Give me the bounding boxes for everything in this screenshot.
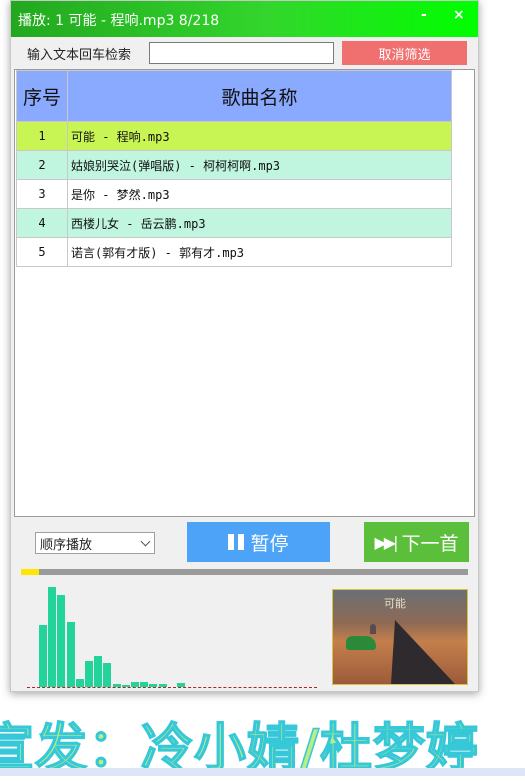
spectrum-bar [121, 685, 130, 687]
search-input[interactable] [149, 42, 334, 64]
spectrum-bar [158, 684, 167, 687]
row-index: 3 [16, 179, 68, 209]
progress-bar[interactable] [21, 569, 468, 575]
album-art-title: 可能 [384, 597, 406, 610]
table-row[interactable]: 2 姑娘别哭泣(弹唱版) - 柯柯柯啊.mp3 [16, 150, 452, 180]
next-track-button[interactable]: ▶▶| 下一首 [364, 522, 469, 562]
spectrum-bar [131, 682, 139, 687]
row-song-name: 姑娘别哭泣(弹唱版) - 柯柯柯啊.mp3 [67, 150, 452, 180]
row-song-name: 诺言(郭有才版) - 郭有才.mp3 [67, 237, 452, 267]
pause-icon [228, 534, 245, 550]
song-table: 序号 歌曲名称 1 可能 - 程响.mp3 2 姑娘别哭泣(弹唱版) - 柯柯柯… [16, 70, 452, 267]
chevron-down-icon [140, 536, 151, 547]
spectrum-bar [112, 684, 121, 687]
spectrum-bar [140, 682, 149, 687]
taskbar-strip [0, 768, 525, 776]
spectrum-bar [57, 595, 66, 687]
row-index: 1 [16, 121, 68, 151]
play-mode-value: 顺序播放 [40, 537, 93, 553]
minimize-button[interactable]: - [421, 7, 427, 23]
row-index: 2 [16, 150, 68, 180]
row-song-name: 可能 - 程响.mp3 [67, 121, 452, 151]
skip-next-icon: ▶▶| [374, 532, 398, 552]
column-header-index[interactable]: 序号 [16, 70, 68, 122]
search-label: 输入文本回车检索 [27, 48, 132, 63]
album-art-road [391, 620, 455, 684]
window-title: 播放: 1 可能 - 程响.mp3 8/218 [18, 13, 220, 29]
spectrum-bar [103, 663, 112, 687]
table-row[interactable]: 5 诺言(郭有才版) - 郭有才.mp3 [16, 237, 452, 267]
title-bar: 播放: 1 可能 - 程响.mp3 8/218 - × [11, 1, 478, 37]
pause-label: 暂停 [250, 532, 289, 555]
player-window: 播放: 1 可能 - 程响.mp3 8/218 - × 输入文本回车检索 取消筛… [10, 0, 479, 692]
spectrum-bar [177, 683, 185, 687]
close-button[interactable]: × [453, 7, 465, 23]
next-label: 下一首 [401, 532, 459, 555]
spectrum-bar [85, 661, 93, 687]
row-index: 4 [16, 208, 68, 238]
spectrum-bar [149, 684, 158, 687]
spectrum-bar [66, 622, 75, 687]
play-mode-select[interactable]: 顺序播放 [35, 532, 155, 554]
spectrum-bar [94, 656, 103, 687]
album-art-figure [370, 624, 376, 634]
row-index: 5 [16, 237, 68, 267]
table-row-playing[interactable]: 1 可能 - 程响.mp3 [16, 121, 452, 151]
row-song-name: 是你 - 梦然.mp3 [67, 179, 452, 209]
row-song-name: 西楼儿女 - 岳云鹏.mp3 [67, 208, 452, 238]
album-art: 可能 [332, 589, 468, 685]
pause-button[interactable]: 暂停 [187, 522, 330, 562]
table-row[interactable]: 3 是你 - 梦然.mp3 [16, 179, 452, 209]
progress-fill [21, 569, 39, 575]
column-header-name[interactable]: 歌曲名称 [67, 70, 452, 122]
song-list-panel[interactable]: 序号 歌曲名称 1 可能 - 程响.mp3 2 姑娘别哭泣(弹唱版) - 柯柯柯… [14, 69, 475, 517]
spectrum-visualizer [27, 581, 327, 689]
spectrum-baseline [27, 687, 317, 688]
table-row[interactable]: 4 西楼儿女 - 岳云鹏.mp3 [16, 208, 452, 238]
spectrum-bar [48, 587, 57, 687]
cancel-filter-button[interactable]: 取消筛选 [342, 41, 467, 65]
album-art-car [346, 636, 376, 650]
spectrum-bar [39, 625, 47, 687]
spectrum-bar [75, 679, 84, 687]
